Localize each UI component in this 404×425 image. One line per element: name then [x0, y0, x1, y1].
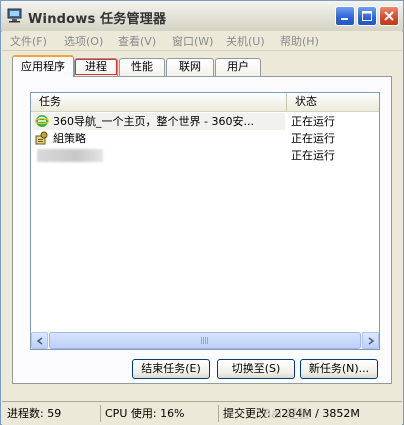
status-process-count: 进程数: 59 — [7, 407, 62, 420]
scroll-thumb[interactable] — [49, 332, 361, 349]
chevron-left-icon — [36, 336, 42, 345]
task-cell: 360导航_一个主页，整个世界 - 360安... — [33, 113, 285, 130]
close-button[interactable] — [379, 6, 399, 26]
switch-to-button[interactable]: 切换至(S) — [217, 359, 295, 379]
grip-icon — [201, 337, 209, 344]
tab-applications[interactable]: 应用程序 — [12, 55, 74, 77]
task-name: 360导航_一个主页，整个世界 - 360安... — [53, 115, 254, 128]
menu-view[interactable]: 查看(V) — [118, 33, 156, 49]
minimize-button[interactable] — [335, 6, 355, 26]
chevron-right-icon — [368, 336, 374, 345]
maximize-button[interactable] — [357, 6, 377, 26]
blurred-task-name — [37, 149, 103, 162]
menu-file[interactable]: 文件(F) — [10, 33, 47, 49]
task-status: 正在运行 — [291, 115, 335, 128]
task-status: 正在运行 — [291, 132, 335, 145]
maximize-icon — [362, 11, 372, 21]
column-header-status[interactable]: 状态 — [287, 93, 379, 111]
list-item[interactable]: 組策略 正在运行 — [31, 130, 379, 147]
column-header-task[interactable]: 任务 — [31, 93, 287, 111]
task-cell: 組策略 — [33, 130, 285, 147]
menu-shutdown[interactable]: 关机(U) — [226, 33, 265, 49]
tab-performance[interactable]: 性能 — [119, 58, 165, 76]
list-header: 任务 状态 — [31, 93, 379, 112]
list-item[interactable]: 正在运行 — [31, 147, 379, 164]
status-bar: 进程数: 59 CPU 使用: 16% 提交更改: 2284M / 3852M — [2, 401, 402, 425]
group-policy-icon — [35, 131, 48, 145]
new-task-button[interactable]: 新任务(N)... — [300, 359, 378, 379]
menu-options[interactable]: 选项(O) — [64, 33, 103, 49]
task-manager-icon — [7, 8, 22, 23]
menu-window[interactable]: 窗口(W) — [172, 33, 213, 49]
task-name: 組策略 — [53, 132, 86, 145]
title-bar[interactable]: Windows 任务管理器 — [1, 1, 403, 32]
tab-networking[interactable]: 联网 — [166, 58, 214, 76]
close-icon — [384, 11, 394, 21]
scroll-left-button[interactable] — [31, 332, 48, 349]
status-cpu-usage: CPU 使用: 16% — [100, 405, 218, 422]
end-task-button[interactable]: 结束任务(E) — [132, 359, 210, 379]
tab-processes[interactable]: 进程 — [74, 58, 118, 76]
minimize-icon — [341, 18, 348, 20]
task-manager-window: Windows 任务管理器 文件(F) 选项(O) 查看(V) 窗口(W) 关机… — [0, 0, 404, 425]
menu-help[interactable]: 帮助(H) — [280, 33, 319, 49]
list-item[interactable]: 360导航_一个主页，整个世界 - 360安... 正在运行 — [31, 113, 379, 130]
scroll-right-button[interactable] — [362, 332, 379, 349]
task-status: 正在运行 — [291, 149, 335, 162]
task-cell — [33, 147, 285, 164]
menu-bar: 文件(F) 选项(O) 查看(V) 窗口(W) 关机(U) 帮助(H) — [2, 31, 402, 51]
tab-users[interactable]: 用户 — [215, 58, 261, 76]
ie-360-icon — [35, 115, 49, 127]
task-list[interactable]: 任务 状态 360导航_一个主页，整个世界 - 360安... 正在运行 組策略… — [30, 92, 380, 350]
horizontal-scrollbar[interactable] — [31, 332, 379, 349]
window-title: Windows 任务管理器 — [28, 12, 167, 27]
baidu-watermark: Bai 经验 — [263, 407, 310, 421]
